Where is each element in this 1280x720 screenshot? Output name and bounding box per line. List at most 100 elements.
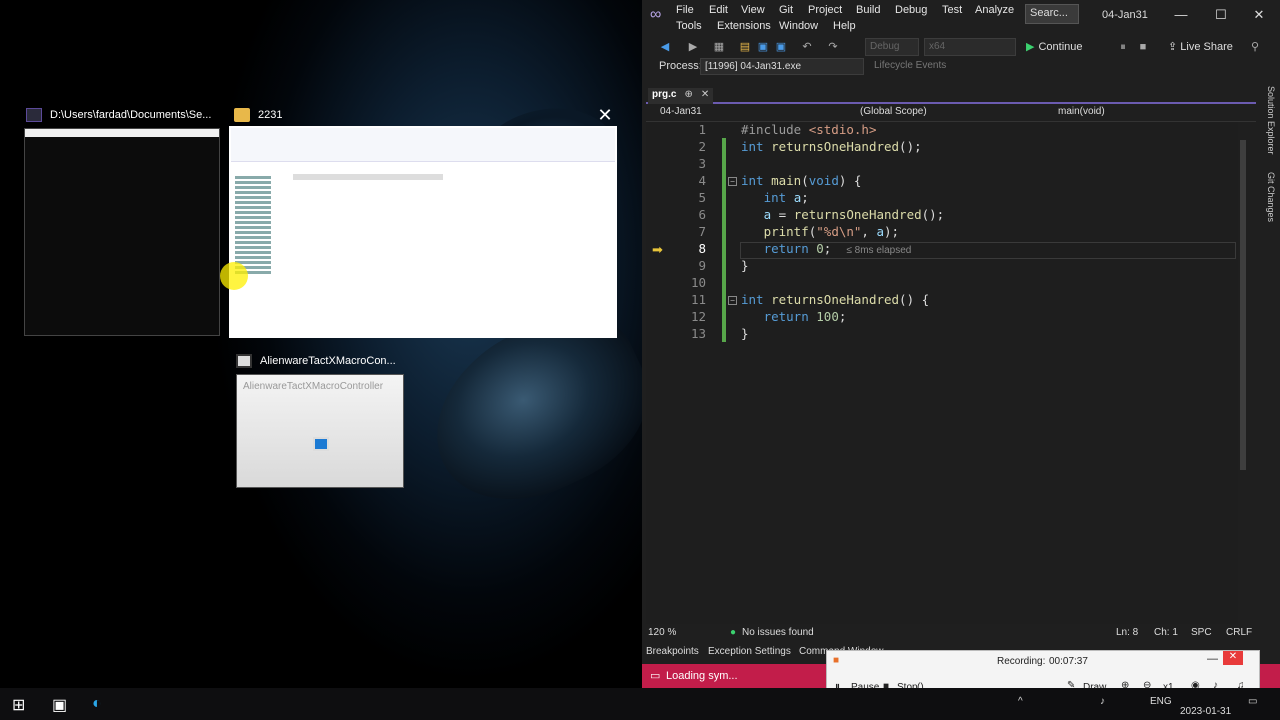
menu-build[interactable]: Build [856, 4, 880, 16]
windows-start-icon[interactable]: ⊞ [12, 695, 25, 715]
alt-tab-cmd-preview[interactable] [24, 128, 220, 336]
menu-tools[interactable]: Tools [676, 20, 702, 32]
notifications-icon[interactable]: ▭ [1248, 696, 1257, 707]
issues-status[interactable]: No issues found [742, 627, 814, 638]
configuration-dropdown[interactable]: Debug [865, 38, 919, 56]
break-all-icon[interactable]: ⏸ [1116, 40, 1130, 54]
code-line-current: 8 return 0; ≤ 8ms elapsed [698, 241, 912, 256]
elapsed-hint: ≤ 8ms elapsed [846, 245, 912, 256]
code-line: 6 a = returnsOneHandred(); [698, 207, 945, 222]
redo-icon[interactable]: ↷ [826, 40, 840, 54]
menu-project[interactable]: Project [808, 4, 842, 16]
pin-icon[interactable]: ⊕ [684, 89, 692, 103]
side-tool-tabs: Solution Explorer Git Changes [1256, 84, 1280, 414]
editor-status-line: 120 % ● No issues found Ln: 8 Ch: 1 SPC … [646, 624, 1276, 641]
close-window-button[interactable]: ✕ [1250, 7, 1268, 23]
status-text: Loading sym... [666, 670, 738, 682]
menu-debug[interactable]: Debug [895, 4, 927, 16]
tab-close-icon[interactable]: ✕ [701, 89, 709, 103]
tab-exception-settings[interactable]: Exception Settings [708, 646, 791, 657]
input-language[interactable]: ENG [1150, 696, 1172, 707]
line-endings[interactable]: CRLF [1226, 627, 1252, 638]
continue-label: Continue [1038, 41, 1083, 53]
search-box[interactable]: Searc... [1025, 4, 1079, 24]
alt-tab-explorer-title[interactable]: 2231 [234, 108, 282, 122]
code-line: 10 [690, 275, 706, 290]
minimize-button[interactable]: — [1172, 7, 1190, 22]
volume-icon[interactable]: ♪ [1100, 696, 1105, 707]
save-icon[interactable]: ▣ [756, 40, 770, 54]
process-label: Process: [659, 60, 702, 72]
scope-dropdown[interactable]: (Global Scope) [860, 106, 927, 117]
task-view-icon[interactable]: ▣ [52, 695, 67, 715]
column-number: Ch: 1 [1154, 627, 1178, 638]
project-dropdown[interactable]: 04-Jan31 [660, 106, 702, 117]
tab-prg-c[interactable]: prg.c ⊕ ✕ [648, 88, 714, 104]
system-date[interactable]: 2023-01-31 [1180, 706, 1231, 717]
alien-app-icon [313, 437, 329, 451]
code-editor[interactable]: ➡ 1 #include <stdio.h> 2 int returnsOneHan… [646, 122, 1242, 624]
menu-extensions[interactable]: Extensions [717, 20, 771, 32]
menu-git[interactable]: Git [779, 4, 793, 16]
whitespace-mode[interactable]: SPC [1191, 627, 1212, 638]
zoom-level[interactable]: 120 % [648, 627, 676, 638]
menu-edit[interactable]: Edit [709, 4, 728, 16]
member-dropdown[interactable]: main(void) [1058, 106, 1105, 117]
folder-icon [234, 108, 250, 122]
forward-icon[interactable]: ▶ [686, 40, 700, 54]
alt-tab-explorer-preview[interactable] [229, 126, 617, 338]
visual-studio-logo-icon: ∞ [650, 6, 662, 23]
recording-time: 00:07:37 [1049, 656, 1088, 667]
alt-tab-close-button[interactable]: ✕ [596, 106, 614, 124]
maximize-button[interactable]: ☐ [1212, 7, 1230, 23]
menu-analyze[interactable]: Analyze [975, 4, 1014, 16]
live-share-label: Live Share [1180, 41, 1233, 53]
console-icon [26, 108, 42, 122]
code-line: 9} [698, 258, 749, 273]
code-line: 12 return 100; [690, 309, 847, 324]
stop-debug-icon[interactable]: ■ [1136, 40, 1150, 54]
edge-browser-icon[interactable]: ◐ [92, 695, 102, 713]
code-line: 2 int returnsOneHandred(); [698, 139, 922, 154]
live-share-button[interactable]: ⇪ Live Share [1168, 40, 1233, 53]
alt-tab-cmd-title[interactable]: D:\Users\fardad\Documents\Se... [26, 108, 211, 122]
alt-tab-cmd-label: D:\Users\fardad\Documents\Se... [50, 109, 212, 121]
save-all-icon[interactable]: ▣ [774, 40, 788, 54]
explorer-nav-pane-thumbnail [235, 174, 289, 332]
continue-button[interactable]: ▶ Continue [1026, 40, 1083, 53]
tab-breakpoints[interactable]: Breakpoints [646, 646, 699, 657]
back-icon[interactable]: ◀ [658, 40, 672, 54]
vertical-scrollbar[interactable] [1238, 122, 1248, 624]
desktop-wallpaper [0, 0, 642, 688]
code-line: 5 int a; [698, 190, 809, 205]
menu-bar: ∞ File Edit View Git Project Build Debug… [642, 0, 1280, 36]
open-folder-icon[interactable]: ▤ [738, 40, 752, 54]
menu-file[interactable]: File [676, 4, 694, 16]
undo-icon[interactable]: ↶ [800, 40, 814, 54]
process-dropdown[interactable]: [11996] 04-Jan31.exe [700, 58, 864, 75]
recorder-close-button[interactable]: ✕ [1223, 651, 1243, 665]
document-tab-bar: prg.c ⊕ ✕ [646, 88, 1256, 104]
git-changes-tab[interactable]: Git Changes [1266, 172, 1276, 222]
alt-tab-alien-preview[interactable]: AlienwareTactXMacroController [236, 374, 404, 488]
code-line: 1 #include <stdio.h> [698, 122, 877, 137]
alt-tab-alien-label: AlienwareTactXMacroCon... [260, 355, 396, 367]
navigation-bar: 04-Jan31 (Global Scope) main(void) [646, 104, 1256, 122]
alt-tab-alien-title[interactable]: AlienwareTactXMacroCon... [236, 354, 396, 368]
menu-help[interactable]: Help [833, 20, 856, 32]
app-window-icon [236, 354, 252, 368]
menu-view[interactable]: View [741, 4, 765, 16]
line-number: Ln: 8 [1116, 627, 1139, 638]
platform-dropdown[interactable]: x64 [924, 38, 1016, 56]
menu-test[interactable]: Test [942, 4, 962, 16]
menu-window[interactable]: Window [779, 20, 818, 32]
visual-studio-window: ∞ File Edit View Git Project Build Debug… [642, 0, 1280, 688]
feedback-icon[interactable]: ⚲ [1248, 40, 1262, 54]
new-project-icon[interactable]: ▦ [712, 40, 726, 54]
lifecycle-events-dropdown[interactable]: Lifecycle Events [874, 60, 946, 71]
taskbar: ⊞ ▣ ◐ ^ ♪ ENG 2023-01-31 ▭ [0, 688, 1280, 720]
tray-overflow-icon[interactable]: ^ [1018, 696, 1023, 707]
check-circle-icon: ● [730, 627, 737, 638]
recorder-minimize-button[interactable]: — [1207, 653, 1218, 665]
solution-explorer-tab[interactable]: Solution Explorer [1266, 86, 1276, 155]
